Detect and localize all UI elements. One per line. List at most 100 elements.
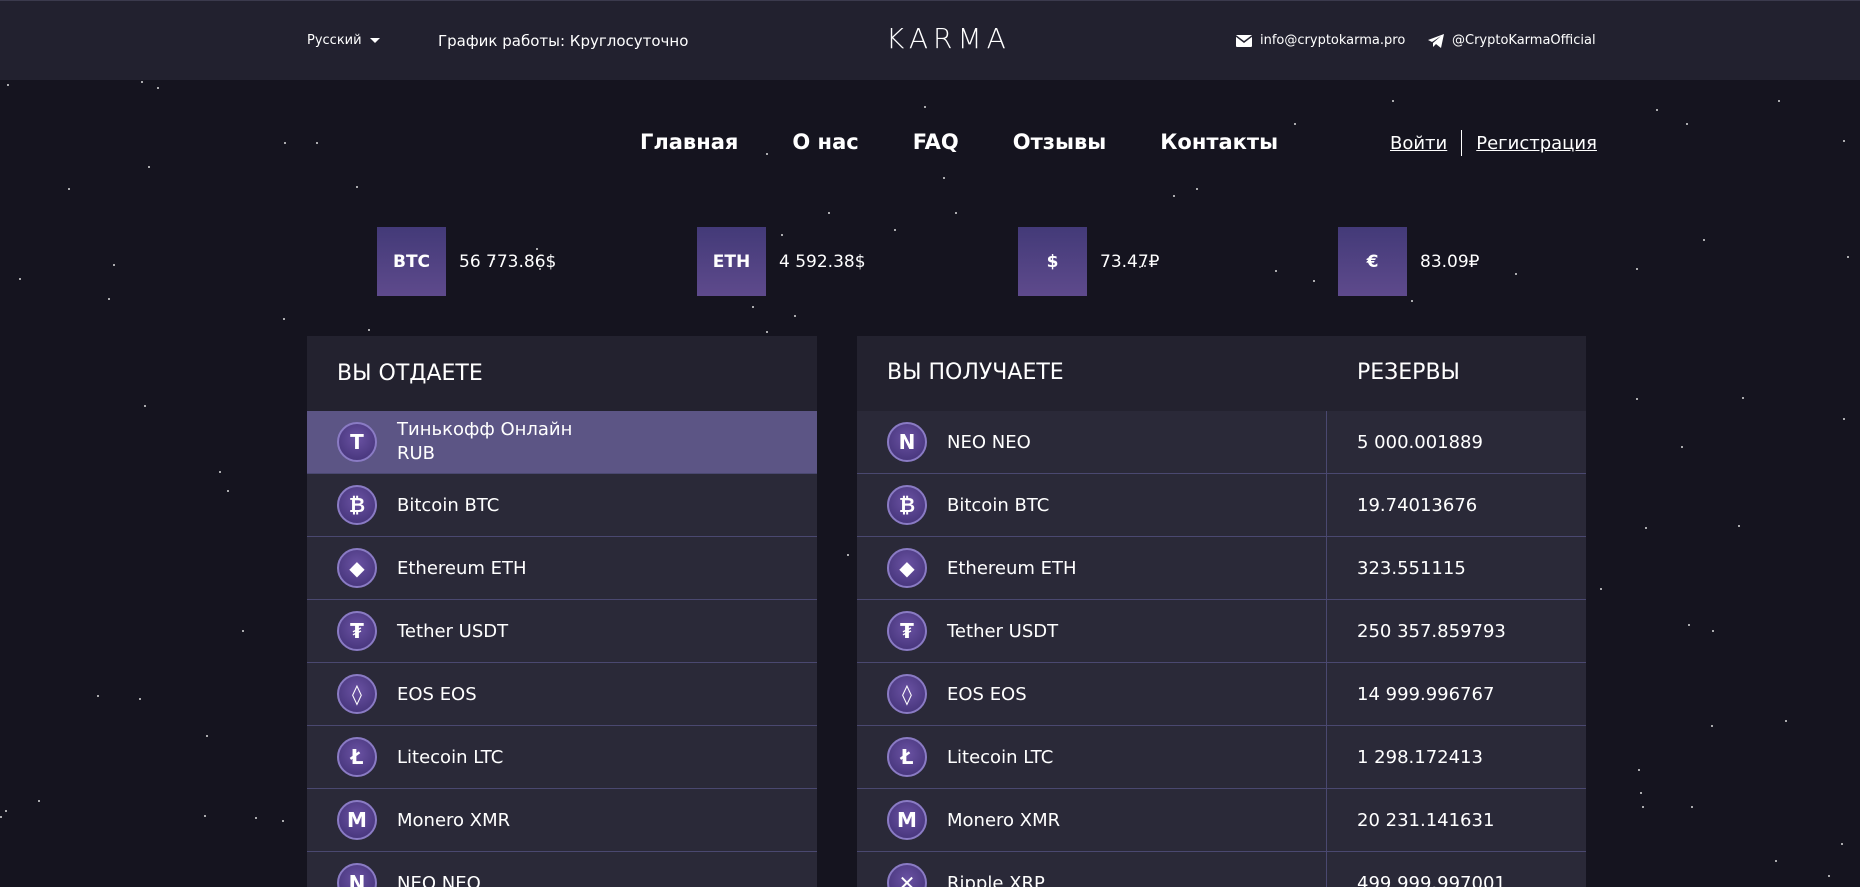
star bbox=[204, 815, 206, 817]
star bbox=[1636, 398, 1638, 400]
star bbox=[1691, 806, 1693, 808]
star bbox=[7, 84, 9, 86]
chevron-down-icon bbox=[369, 38, 380, 43]
nav-item-home[interactable]: Главная bbox=[640, 130, 738, 154]
nav-item-contacts[interactable]: Контакты bbox=[1160, 130, 1278, 154]
receive-panel: ВЫ ПОЛУЧАЕТЕ РЕЗЕРВЫ N NEO NEO 5 000.00188… bbox=[857, 336, 1586, 887]
currency-name: Litecoin LTC bbox=[397, 746, 504, 768]
receive-list-item[interactable]: ₮ Tether USDT 250 357.859793 bbox=[857, 600, 1586, 663]
column-divider bbox=[1326, 411, 1327, 474]
give-list-item[interactable]: N NEO NEO bbox=[307, 852, 817, 887]
currency-name: Bitcoin BTC bbox=[947, 494, 1050, 516]
star bbox=[794, 315, 796, 317]
give-list-item[interactable]: M Monero XMR bbox=[307, 789, 817, 852]
star bbox=[5, 810, 7, 812]
reserve-amount: 5 000.001889 bbox=[1357, 431, 1483, 453]
ticker-eth: ETH 4 592.38$ bbox=[697, 227, 866, 296]
tinkoff-icon: Т bbox=[337, 422, 377, 462]
ticker-eur: € 83.09₽ bbox=[1338, 227, 1479, 296]
receive-list: N NEO NEO 5 000.001889 ₿ Bitcoin BTC 19.74013… bbox=[857, 411, 1586, 887]
nav-item-about[interactable]: О нас bbox=[792, 130, 858, 154]
tether-icon: ₮ bbox=[887, 611, 927, 651]
register-link[interactable]: Регистрация bbox=[1476, 133, 1597, 154]
receive-list-item[interactable]: Ł Litecoin LTC 1 298.172413 bbox=[857, 726, 1586, 789]
star bbox=[1196, 188, 1198, 190]
star bbox=[1686, 123, 1688, 125]
ticker-usd: $ 73.47₽ bbox=[1018, 227, 1159, 296]
give-list: Т Тинькофф Онлайн RUB ₿ Bitcoin BTC ◆ Ethereum… bbox=[307, 411, 817, 887]
ticker-badge: ETH bbox=[697, 227, 766, 296]
star bbox=[924, 106, 926, 108]
receive-list-item[interactable]: ◆ Ethereum ETH 323.551115 bbox=[857, 537, 1586, 600]
litecoin-icon: Ł bbox=[337, 737, 377, 777]
receive-panel-header: ВЫ ПОЛУЧАЕТЕ РЕЗЕРВЫ bbox=[857, 336, 1586, 411]
give-list-item[interactable]: ₿ Bitcoin BTC bbox=[307, 474, 817, 537]
ticker-price: 73.47₽ bbox=[1100, 251, 1160, 272]
star bbox=[1711, 725, 1713, 727]
monero-icon: M bbox=[337, 800, 377, 840]
star bbox=[1828, 875, 1830, 877]
star bbox=[828, 212, 830, 214]
star bbox=[139, 698, 141, 700]
star bbox=[1294, 123, 1296, 125]
currency-name: Тинькофф Онлайн RUB bbox=[397, 418, 572, 466]
currency-name: Ripple XRP bbox=[947, 872, 1045, 887]
star bbox=[1742, 397, 1744, 399]
email-link[interactable]: info@cryptokarma.pro bbox=[1236, 33, 1405, 48]
currency-name: EOS EOS bbox=[947, 683, 1027, 705]
receive-list-item[interactable]: ✕ Ripple XRP 499 999.997001 bbox=[857, 852, 1586, 887]
give-list-item[interactable]: ◊ EOS EOS bbox=[307, 663, 817, 726]
telegram-text: @CryptoKarmaOfficial bbox=[1452, 33, 1596, 48]
give-list-item[interactable]: Ł Litecoin LTC bbox=[307, 726, 817, 789]
receive-list-item[interactable]: ₿ Bitcoin BTC 19.74013676 bbox=[857, 474, 1586, 537]
column-divider bbox=[1326, 474, 1327, 537]
star bbox=[1843, 418, 1845, 420]
neo-icon: N bbox=[337, 863, 377, 887]
star bbox=[113, 264, 115, 266]
column-divider bbox=[1326, 600, 1327, 663]
star bbox=[68, 188, 70, 190]
ticker-price: 4 592.38$ bbox=[779, 251, 866, 272]
telegram-link[interactable]: @CryptoKarmaOfficial bbox=[1428, 33, 1596, 48]
star bbox=[1313, 280, 1315, 282]
receive-title: ВЫ ПОЛУЧАЕТЕ bbox=[887, 360, 1064, 385]
currency-name: Monero XMR bbox=[947, 809, 1061, 831]
column-divider bbox=[1326, 537, 1327, 600]
star bbox=[1785, 720, 1787, 722]
star bbox=[1738, 525, 1740, 527]
currency-name-line: Тинькофф Онлайн bbox=[397, 419, 573, 440]
star bbox=[157, 87, 159, 89]
receive-list-item[interactable]: N NEO NEO 5 000.001889 bbox=[857, 411, 1586, 474]
star bbox=[219, 471, 221, 473]
bitcoin-icon: ₿ bbox=[337, 485, 377, 525]
email-text: info@cryptokarma.pro bbox=[1260, 33, 1406, 48]
star bbox=[1392, 100, 1394, 102]
star bbox=[242, 630, 244, 632]
star bbox=[206, 735, 208, 737]
star bbox=[144, 405, 146, 407]
star bbox=[1636, 268, 1638, 270]
star bbox=[1640, 792, 1642, 794]
star bbox=[752, 306, 754, 308]
star bbox=[356, 186, 358, 188]
star bbox=[148, 166, 150, 168]
give-list-item[interactable]: ₮ Tether USDT bbox=[307, 600, 817, 663]
give-list-item[interactable]: Т Тинькофф Онлайн RUB bbox=[307, 411, 817, 474]
star bbox=[1645, 527, 1647, 529]
currency-name: Monero XMR bbox=[397, 809, 511, 831]
language-selector[interactable]: Русский bbox=[307, 33, 380, 48]
tether-icon: ₮ bbox=[337, 611, 377, 651]
star bbox=[1841, 843, 1843, 845]
receive-list-item[interactable]: ◊ EOS EOS 14 999.996767 bbox=[857, 663, 1586, 726]
eos-icon: ◊ bbox=[887, 674, 927, 714]
star bbox=[1688, 624, 1690, 626]
nav-item-faq[interactable]: FAQ bbox=[913, 130, 959, 154]
give-list-item[interactable]: ◆ Ethereum ETH bbox=[307, 537, 817, 600]
star bbox=[1843, 140, 1845, 142]
login-link[interactable]: Войти bbox=[1390, 133, 1447, 154]
site-logo[interactable]: KARMA bbox=[886, 22, 1011, 55]
give-panel: ВЫ ОТДАЕТЕ Т Тинькофф Онлайн RUB ₿ Bitcoin B… bbox=[307, 336, 817, 887]
nav-item-reviews[interactable]: Отзывы bbox=[1013, 130, 1107, 154]
receive-list-item[interactable]: M Monero XMR 20 231.141631 bbox=[857, 789, 1586, 852]
reserve-amount: 499 999.997001 bbox=[1357, 872, 1506, 887]
